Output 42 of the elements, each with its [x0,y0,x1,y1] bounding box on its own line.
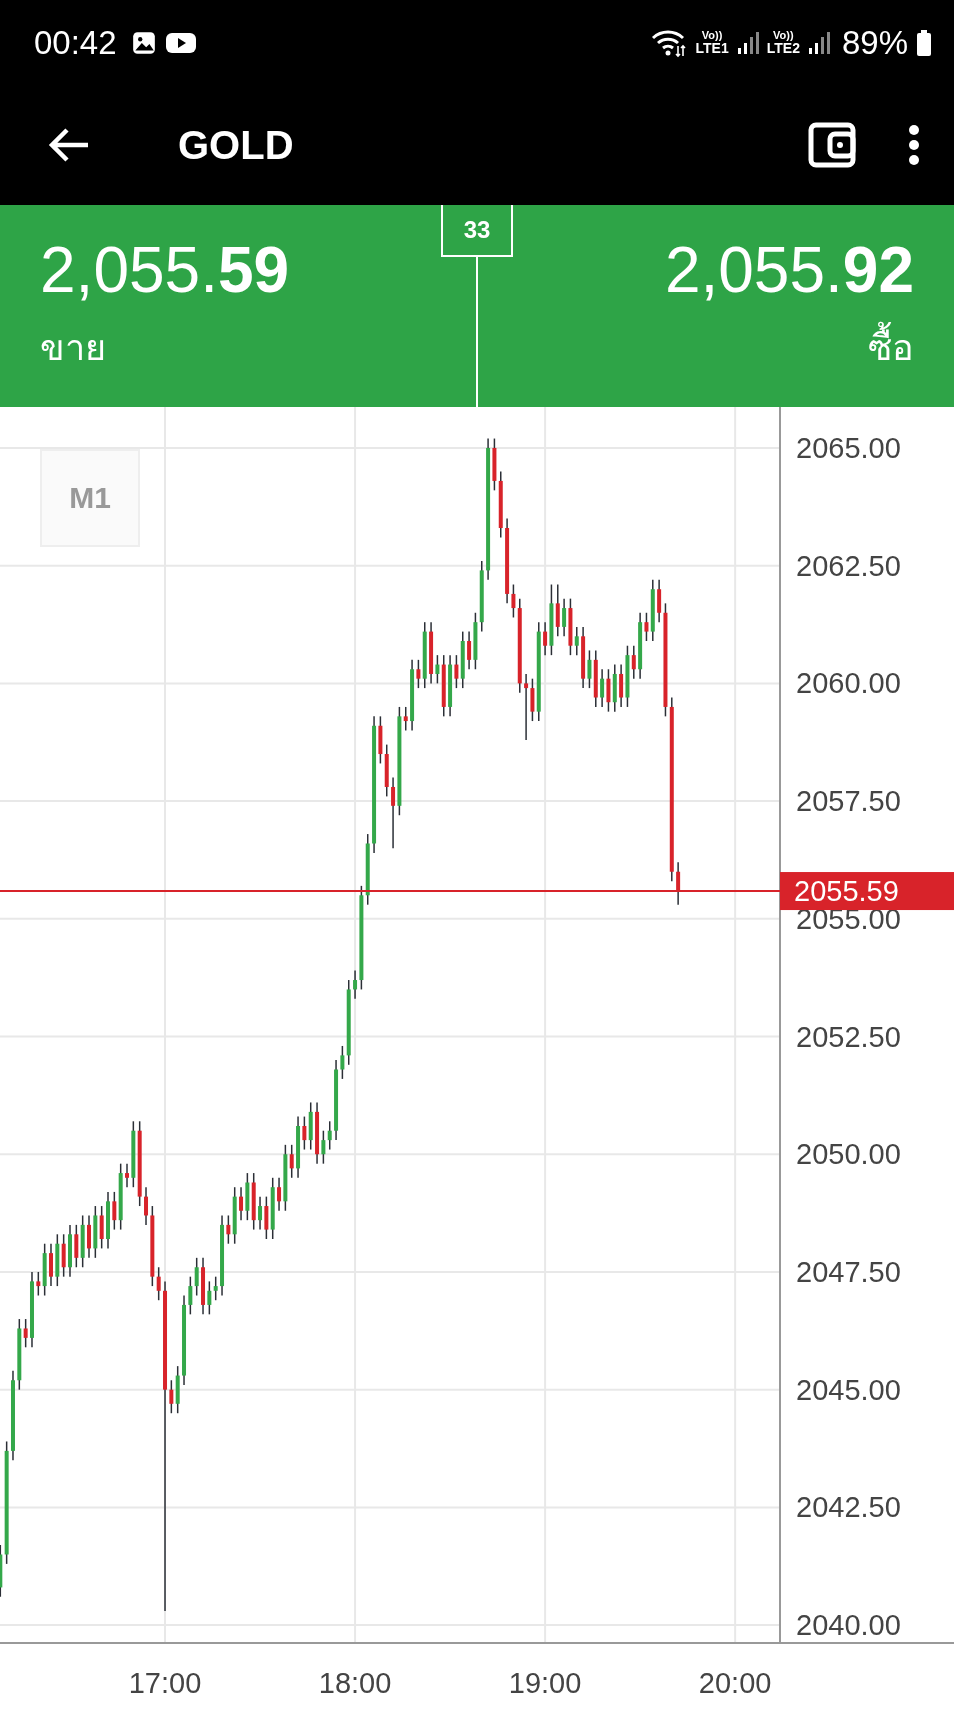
network-type: LTE1 [695,41,729,55]
candlestick [125,1162,129,1188]
candlestick [49,1242,53,1287]
signal-icon [807,30,830,55]
buy-button[interactable]: 2,055.92 ซื้อ [513,205,954,407]
spread-badge: 33 [441,205,513,257]
candlestick [106,1191,110,1250]
candlestick [68,1224,72,1278]
price-axis-label: 2052.50 [796,1020,901,1053]
price-axis-label: 2057.50 [796,785,901,818]
volte-label: Vo)) [773,30,794,41]
timeframe-button[interactable]: M1 [40,449,140,547]
time-axis-label: 18:00 [318,1667,392,1699]
price-axis-label: 2047.50 [796,1255,901,1288]
time-axis-label: 17:00 [128,1667,202,1699]
network-type: LTE2 [766,41,800,55]
current-price-tag: 2055.59 [780,872,954,911]
signal-icon [736,30,759,55]
price-axis-label: 2065.00 [796,431,901,464]
battery-icon [916,29,932,56]
time-axis-label: 20:00 [698,1667,772,1699]
ref-line-label: 2055.59 [794,875,899,908]
more-icon [908,124,920,166]
sell-button[interactable]: 2,055.59 ขาย [0,205,441,407]
battery-percent: 89% [841,23,908,62]
screen-title: GOLD [178,122,294,168]
wallet-icon [808,122,856,168]
image-icon [130,29,157,56]
price-axis-label: 2045.00 [796,1373,901,1406]
price-axis-label: 2042.50 [796,1491,901,1524]
time-axis-label: 19:00 [508,1667,582,1699]
price-axis-label: 2040.00 [796,1609,901,1642]
candlestick [676,861,681,906]
candlestick [87,1214,91,1259]
price-axis-label: 2060.00 [796,667,901,700]
candlestick [144,1186,148,1226]
price-axis-label: 2050.00 [796,1138,901,1171]
price-axis-label: 2062.50 [796,549,901,582]
play-icon [164,30,197,55]
clock-time: 00:42 [34,23,117,62]
volte-label: Vo)) [701,30,723,41]
back-arrow-icon [48,127,90,163]
